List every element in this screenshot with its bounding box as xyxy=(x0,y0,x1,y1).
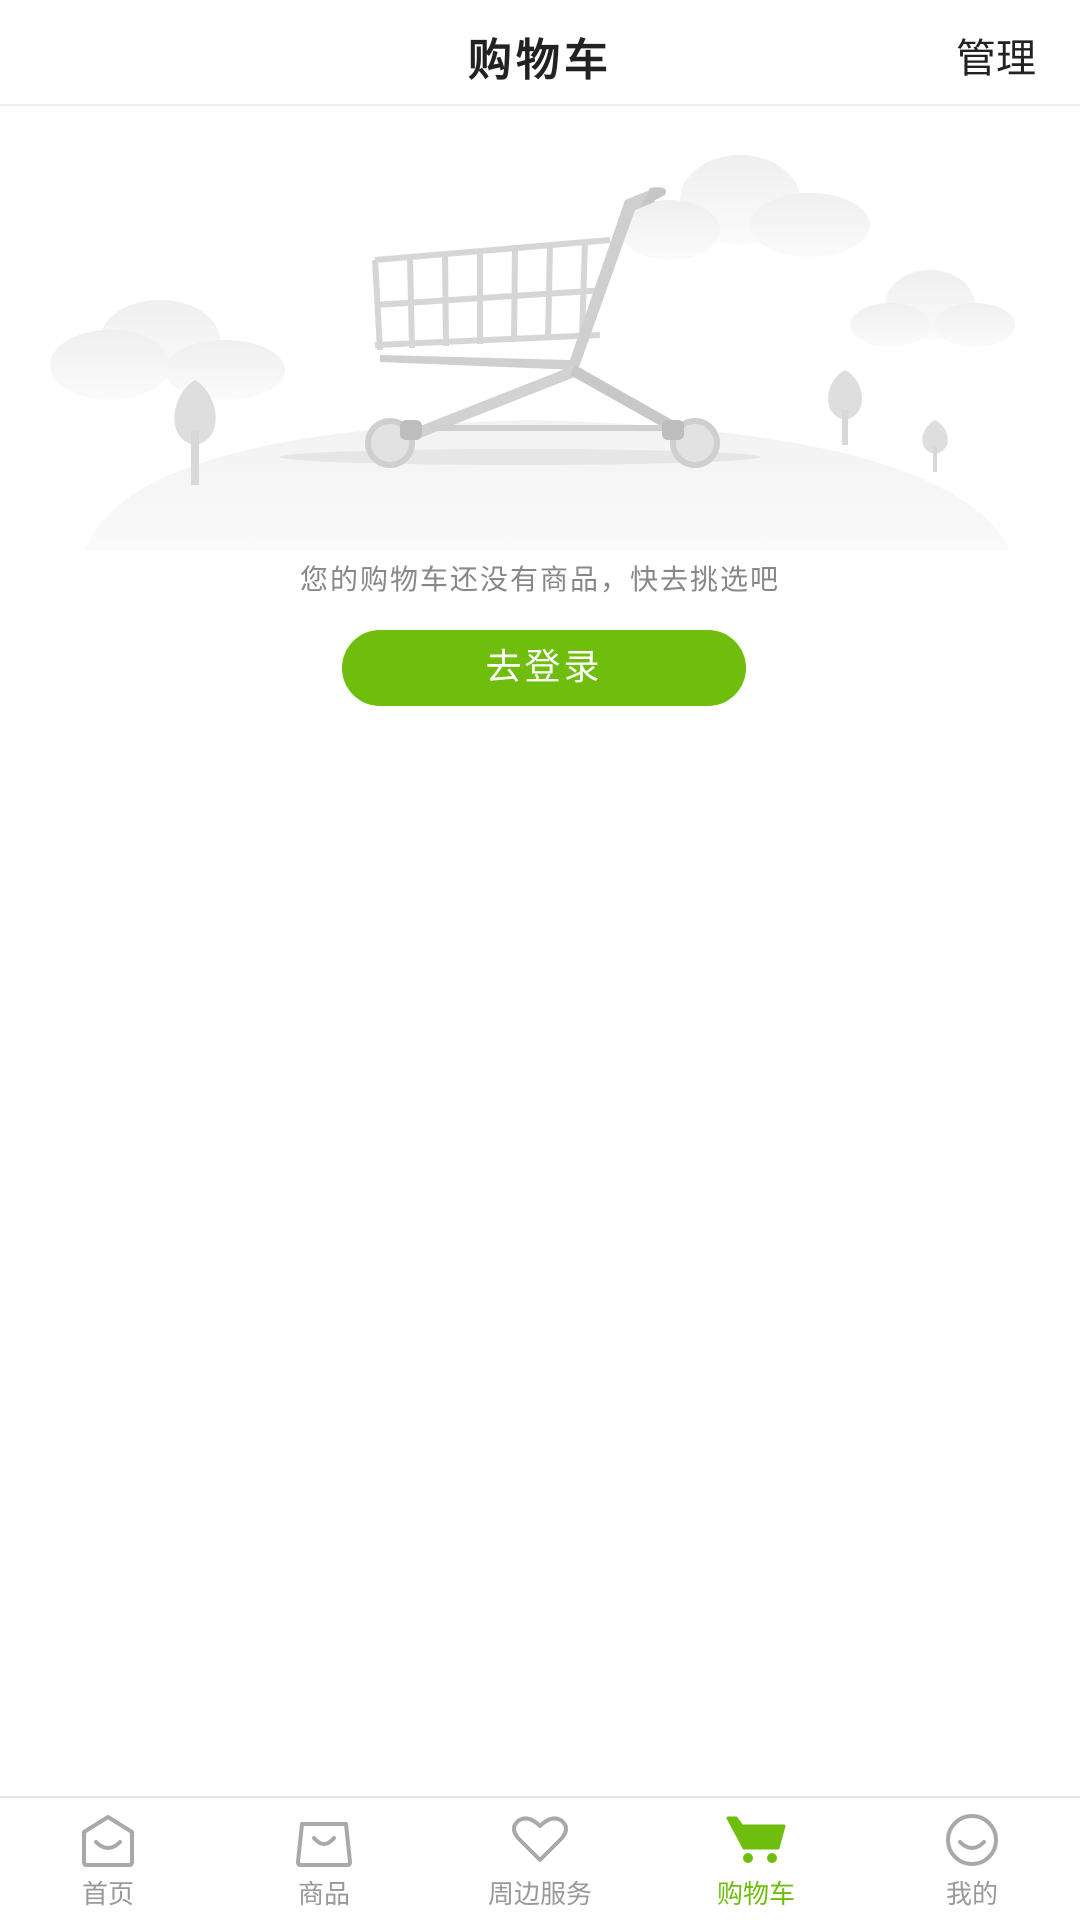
heart-icon xyxy=(512,1816,568,1862)
tab-cart-label: 购物车 xyxy=(716,1880,795,1910)
page-title: 购物车 xyxy=(468,35,612,86)
manage-button[interactable]: 管理 xyxy=(956,26,1036,84)
shopping-cart-illustration xyxy=(50,155,1015,550)
empty-cart-message: 您的购物车还没有商品，快去挑选吧 xyxy=(299,563,780,596)
shopping-bag-icon xyxy=(296,1822,352,1867)
cart-icon xyxy=(726,1816,786,1863)
tab-home[interactable]: 首页 xyxy=(0,1798,216,1920)
top-nav-bar: 购物车 管理 xyxy=(0,0,1080,106)
smile-face-icon xyxy=(946,1814,998,1866)
tab-mine-label: 我的 xyxy=(945,1880,998,1910)
tab-nearby-services[interactable]: 周边服务 xyxy=(432,1798,648,1920)
tab-cart[interactable]: 购物车 xyxy=(648,1798,864,1920)
tab-products[interactable]: 商品 xyxy=(216,1798,432,1920)
tab-products-label: 商品 xyxy=(297,1880,350,1910)
home-bag-icon xyxy=(82,1815,134,1867)
bottom-tab-bar: 首页 商品 周边服务 购物车 我的 xyxy=(0,1796,1080,1920)
login-button[interactable]: 去登录 xyxy=(342,630,746,706)
tab-home-label: 首页 xyxy=(81,1880,134,1910)
tab-mine[interactable]: 我的 xyxy=(864,1798,1080,1920)
tab-nearby-services-label: 周边服务 xyxy=(487,1880,592,1910)
